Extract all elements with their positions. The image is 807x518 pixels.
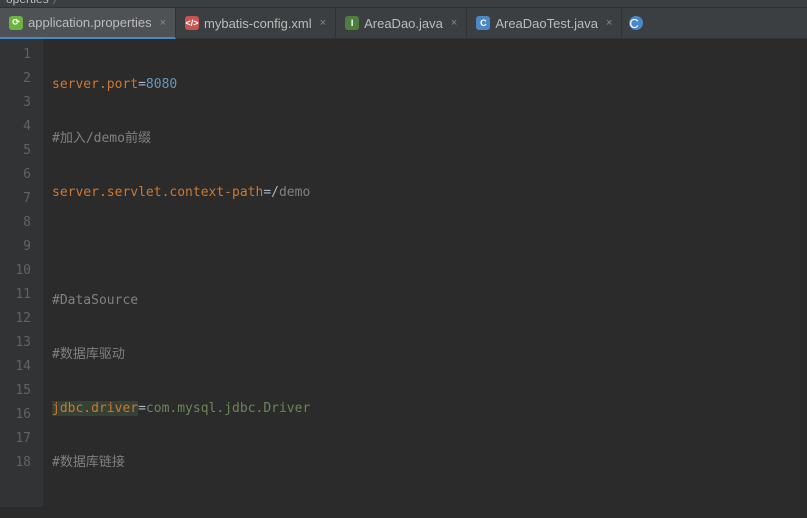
code-line: jdbc.driver=com.mysql.jdbc.Driver xyxy=(52,397,807,421)
code-line: server.port=8080 xyxy=(52,73,807,97)
interface-icon: I xyxy=(345,16,359,30)
code-line: #数据库链接 xyxy=(52,451,807,475)
editor-tabs: ⟳ application.properties × </> mybatis-c… xyxy=(0,8,807,39)
breadcrumb-last: operties xyxy=(6,0,49,6)
class-icon: C xyxy=(476,16,490,30)
tab-mybatis-config[interactable]: </> mybatis-config.xml × xyxy=(176,8,336,38)
code-line: #数据库驱动 xyxy=(52,343,807,367)
class-icon: C xyxy=(629,16,643,30)
code-line: #DataSource xyxy=(52,289,807,313)
tab-label: mybatis-config.xml xyxy=(204,16,312,31)
chevron-right-icon: 〉 xyxy=(52,0,64,6)
breadcrumb[interactable]: operties 〉 xyxy=(0,0,807,8)
gutter: 123456789101112131415161718 xyxy=(0,39,44,507)
xml-icon: </> xyxy=(185,16,199,30)
tab-label: AreaDao.java xyxy=(364,16,443,31)
code-line xyxy=(52,235,807,259)
code-content[interactable]: server.port=8080 #加入/demo前缀 server.servl… xyxy=(44,39,807,507)
tab-overflow[interactable]: C xyxy=(622,8,650,38)
code-line: #加入/demo前缀 xyxy=(52,127,807,151)
tab-label: AreaDaoTest.java xyxy=(495,16,598,31)
close-icon[interactable]: × xyxy=(606,17,612,29)
tab-label: application.properties xyxy=(28,15,152,30)
code-line: server.servlet.context-path=/demo xyxy=(52,181,807,205)
close-icon[interactable]: × xyxy=(451,17,457,29)
code-line: jdbc.url=jdbc:mysql://localhost:3306/stu… xyxy=(52,505,807,507)
tab-application-properties[interactable]: ⟳ application.properties × xyxy=(0,8,176,39)
spring-icon: ⟳ xyxy=(9,16,23,30)
tab-areadaotest[interactable]: C AreaDaoTest.java × xyxy=(467,8,622,38)
editor[interactable]: 123456789101112131415161718 server.port=… xyxy=(0,39,807,507)
tab-areadao[interactable]: I AreaDao.java × xyxy=(336,8,467,38)
close-icon[interactable]: × xyxy=(160,17,166,29)
close-icon[interactable]: × xyxy=(320,17,326,29)
